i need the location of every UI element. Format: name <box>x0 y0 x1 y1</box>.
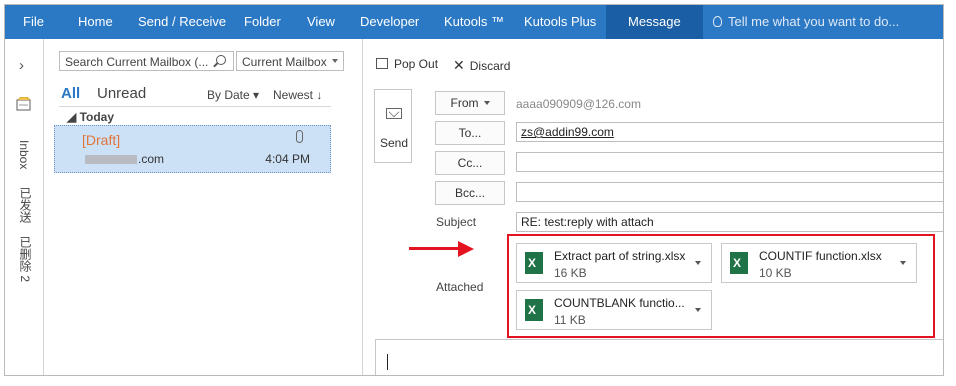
attached-label: Attached <box>436 280 484 294</box>
cc-field[interactable] <box>516 152 943 172</box>
compose-pane: Pop Out ✕ Discard Send From aaaa090909@12… <box>364 39 943 375</box>
attachment-item[interactable]: COUNTBLANK functio... 11 KB <box>516 290 712 330</box>
folder-deleted[interactable]: 已删除 2 <box>17 236 34 282</box>
attachment-item[interactable]: COUNTIF function.xlsx 10 KB <box>721 243 917 283</box>
folder-inbox[interactable]: Inbox <box>17 140 31 169</box>
draft-label: [Draft] <box>82 132 121 148</box>
attachments-highlight-box: Extract part of string.xlsx 16 KB COUNTI… <box>507 234 935 338</box>
cc-button[interactable]: Cc... <box>435 151 505 175</box>
message-body-editor[interactable] <box>375 339 943 375</box>
tab-home[interactable]: Home <box>78 5 113 39</box>
attachment-size: 11 KB <box>554 313 586 327</box>
pop-out-label: Pop Out <box>394 57 439 71</box>
bcc-button[interactable]: Bcc... <box>435 181 505 205</box>
folder-nav-strip: › Inbox 已发送 已删除 2 <box>5 39 44 375</box>
address-suffix: .com <box>138 152 165 166</box>
paperclip-icon <box>296 130 303 143</box>
tab-kutools-plus[interactable]: Kutools Plus <box>524 5 596 39</box>
discard-label: Discard <box>469 59 511 73</box>
attachment-size: 16 KB <box>554 266 587 280</box>
from-value: aaaa090909@126.com <box>516 97 641 111</box>
message-address: .com <box>85 152 164 166</box>
outlook-window: File Home Send / Receive Folder View Dev… <box>4 4 944 376</box>
text-cursor <box>387 354 388 370</box>
tab-developer[interactable]: Developer <box>360 5 419 39</box>
folder-sent[interactable]: 已发送 <box>17 187 34 223</box>
search-scope-label: Current Mailbox <box>242 55 327 69</box>
attachment-name: Extract part of string.xlsx <box>554 249 686 263</box>
chevron-down-icon[interactable] <box>695 261 701 265</box>
message-list-pane: Search Current Mailbox (... Current Mail… <box>45 39 363 375</box>
search-placeholder: Search Current Mailbox (... <box>65 55 209 69</box>
annotation-arrow <box>409 247 459 250</box>
attachment-size: 10 KB <box>759 266 792 280</box>
chevron-down-icon[interactable] <box>695 308 701 312</box>
subject-field[interactable]: RE: test:reply with attach <box>516 212 943 232</box>
from-label: From <box>450 96 479 110</box>
expand-chevron-icon[interactable]: › <box>19 57 24 74</box>
from-button[interactable]: From <box>435 91 505 115</box>
search-input[interactable]: Search Current Mailbox (... <box>59 51 234 71</box>
send-label: Send <box>379 136 409 150</box>
pop-out-button[interactable]: Pop Out <box>376 57 438 71</box>
excel-file-icon <box>730 249 755 277</box>
new-item-icon[interactable] <box>16 97 32 111</box>
tell-me-box[interactable]: Tell me what you want to do... <box>713 5 899 39</box>
excel-file-icon <box>525 296 550 324</box>
subject-label: Subject <box>436 215 477 229</box>
sort-by-date[interactable]: By Date ▾ <box>207 88 259 102</box>
tab-view[interactable]: View <box>307 5 335 39</box>
chevron-down-icon <box>332 59 338 63</box>
group-header-today[interactable]: ◢ Today <box>67 110 114 124</box>
to-field[interactable]: zs@addin99.com <box>516 122 943 142</box>
ribbon-tab-bar: File Home Send / Receive Folder View Dev… <box>5 5 943 39</box>
list-item[interactable]: [Draft] .com 4:04 PM <box>54 125 331 173</box>
divider <box>59 106 331 107</box>
tab-kutools[interactable]: Kutools ™ <box>444 5 504 39</box>
sort-newest[interactable]: Newest ↓ <box>273 88 322 102</box>
pop-out-icon <box>376 58 388 69</box>
tab-folder[interactable]: Folder <box>244 5 281 39</box>
bcc-field[interactable] <box>516 182 943 202</box>
tab-send-receive[interactable]: Send / Receive <box>138 5 226 39</box>
message-time: 4:04 PM <box>265 152 310 166</box>
close-icon: ✕ <box>453 57 465 73</box>
chevron-down-icon <box>483 101 490 105</box>
chevron-down-icon[interactable] <box>900 261 906 265</box>
attachment-name: COUNTBLANK functio... <box>554 296 685 310</box>
attachment-item[interactable]: Extract part of string.xlsx 16 KB <box>516 243 712 283</box>
tell-me-text: Tell me what you want to do... <box>728 14 900 29</box>
redacted-block <box>85 155 137 164</box>
filter-unread[interactable]: Unread <box>97 85 146 102</box>
discard-button[interactable]: ✕ Discard <box>453 57 510 74</box>
send-button[interactable]: Send <box>374 89 412 163</box>
lightbulb-icon <box>713 16 722 27</box>
to-recipient[interactable]: zs@addin99.com <box>521 125 614 139</box>
annotation-arrow-head <box>458 241 474 257</box>
tab-message[interactable]: Message <box>606 5 703 39</box>
to-button[interactable]: To... <box>435 121 505 145</box>
excel-file-icon <box>525 249 550 277</box>
attachment-name: COUNTIF function.xlsx <box>759 249 882 263</box>
tab-file[interactable]: File <box>23 5 44 39</box>
search-icon[interactable] <box>216 55 226 65</box>
search-scope-select[interactable]: Current Mailbox <box>236 51 344 71</box>
send-envelope-icon <box>386 108 402 119</box>
filter-all[interactable]: All <box>61 85 80 102</box>
